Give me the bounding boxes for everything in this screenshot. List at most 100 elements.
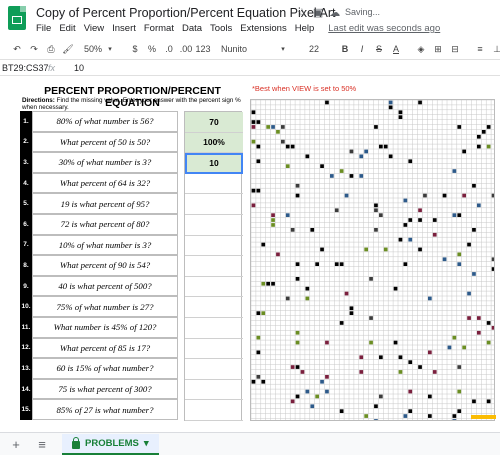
- question-number: 13.: [20, 358, 32, 379]
- answer-cell[interactable]: [185, 215, 243, 236]
- redo-icon[interactable]: ↷: [27, 41, 41, 57]
- undo-icon[interactable]: ↶: [10, 41, 24, 57]
- chevron-down-icon: ▾: [143, 437, 149, 449]
- directions-text: Find the missing value. Enter your answe…: [22, 97, 241, 112]
- sheet-tab-bar: + ≡ PROBLEMS ▾: [0, 432, 500, 455]
- question-number: 12.: [20, 337, 32, 359]
- answer-column: 70 100% 10: [184, 111, 243, 421]
- question-text: What percent of 85 is 17?: [32, 337, 178, 359]
- vertical-align-icon[interactable]: ⊥: [490, 41, 500, 57]
- chevron-down-icon: ▾: [108, 46, 112, 53]
- question-text: 85% of 27 is what number?: [32, 399, 178, 420]
- document-title[interactable]: Copy of Percent Proportion/Percent Equat…: [36, 6, 335, 20]
- all-sheets-button[interactable]: ≡: [32, 434, 52, 454]
- menu-item-insert[interactable]: Insert: [112, 23, 136, 34]
- question-text: What percent of 50 is 50?: [32, 131, 178, 153]
- strikethrough-button[interactable]: S: [372, 41, 386, 57]
- decrease-decimal-button[interactable]: .0: [162, 41, 176, 57]
- last-edit-link[interactable]: Last edit was seconds ago: [328, 23, 440, 34]
- question-number: 9.: [20, 275, 32, 297]
- lock-icon: [72, 436, 80, 449]
- answer-cell[interactable]: [185, 380, 243, 401]
- bold-button[interactable]: B: [338, 41, 352, 57]
- name-box[interactable]: BT29:CS37: [0, 63, 49, 73]
- question-text: 30% of what number is 3?: [32, 152, 178, 173]
- formula-input[interactable]: 10: [70, 63, 84, 73]
- more-formats-button[interactable]: 123: [195, 41, 210, 57]
- italic-button[interactable]: I: [355, 41, 369, 57]
- question-number: 15.: [20, 399, 32, 420]
- menu-item-help[interactable]: Help: [295, 23, 315, 34]
- tab-problems[interactable]: PROBLEMS ▾: [62, 433, 159, 455]
- answer-cell[interactable]: [185, 297, 243, 318]
- question-text: What percent of 64 is 32?: [32, 172, 178, 194]
- answer-cell[interactable]: [185, 236, 243, 257]
- explore-handle[interactable]: [471, 415, 496, 419]
- saving-text: Saving...: [345, 7, 381, 17]
- answer-cell[interactable]: [185, 400, 243, 421]
- sheet-content: PERCENT PROPORTION/PERCENT EQUATION *Bes…: [20, 79, 500, 432]
- menu-item-data[interactable]: Data: [182, 23, 202, 34]
- answer-cell[interactable]: 10: [185, 153, 243, 174]
- question-number: 2.: [20, 131, 32, 153]
- star-icon[interactable]: ☆: [297, 6, 307, 19]
- move-folder-icon[interactable]: ▣: [313, 6, 323, 19]
- directions: Directions: Find the missing value. Ente…: [22, 97, 250, 111]
- sheet-grid[interactable]: PERCENT PROPORTION/PERCENT EQUATION *Bes…: [0, 77, 500, 432]
- paint-format-icon[interactable]: 🖌: [61, 41, 75, 57]
- menu-item-format[interactable]: Format: [144, 23, 174, 34]
- question-number: 8.: [20, 255, 32, 276]
- align-icon[interactable]: ≡: [473, 41, 487, 57]
- view-note: *Best when VIEW is set to 50%: [252, 84, 357, 93]
- question-text: 19 is what percent of 95?: [32, 193, 178, 214]
- increase-decimal-button[interactable]: .00: [179, 41, 193, 57]
- question-text: What percent of 90 is 54?: [32, 255, 178, 276]
- cloud-status-icon[interactable]: ☁: [329, 6, 340, 19]
- question-number: 4.: [20, 172, 32, 194]
- borders-icon[interactable]: ⊞: [431, 41, 445, 57]
- fill-color-icon[interactable]: ◈: [414, 41, 428, 57]
- question-number: 14.: [20, 378, 32, 400]
- question-text: 10% of what number is 3?: [32, 234, 178, 256]
- menu-item-extensions[interactable]: Extensions: [240, 23, 286, 34]
- print-icon[interactable]: ⎙: [44, 41, 58, 57]
- save-status: Saving...: [345, 7, 380, 17]
- currency-format-button[interactable]: $: [128, 41, 142, 57]
- answer-cell[interactable]: 100%: [185, 132, 243, 154]
- question-text: 80% of what number is 56?: [32, 111, 178, 132]
- tab-label: PROBLEMS: [85, 437, 139, 449]
- font-select[interactable]: Nunito: [221, 41, 273, 57]
- question-number: 11.: [20, 317, 32, 338]
- answer-cell[interactable]: [185, 277, 243, 298]
- menu-item-view[interactable]: View: [84, 23, 104, 34]
- text-color-button[interactable]: A: [389, 41, 403, 57]
- question-text: 40 is what percent of 500?: [32, 275, 178, 297]
- question-number: 6.: [20, 214, 32, 235]
- fx-icon: fx: [48, 62, 56, 73]
- zoom-select[interactable]: 50%: [84, 41, 102, 57]
- merge-cells-icon[interactable]: ⊟: [448, 41, 462, 57]
- add-sheet-button[interactable]: +: [6, 434, 26, 454]
- question-number: 5.: [20, 193, 32, 214]
- formula-bar: BT29:CS37 fx 10: [0, 59, 500, 76]
- question-text: 60 is 15% of what number?: [32, 358, 178, 379]
- toolbar: ↶ ↷ ⎙ 🖌 50% ▾ $ % .0 .00 123 Nunito ▾ 22…: [0, 40, 500, 58]
- answer-cell[interactable]: [185, 318, 243, 339]
- font-size-select[interactable]: 22: [301, 41, 327, 57]
- menu-item-tools[interactable]: Tools: [210, 23, 232, 34]
- answer-cell[interactable]: [185, 339, 243, 360]
- question-number: 10.: [20, 296, 32, 317]
- menu-item-file[interactable]: File: [36, 23, 51, 34]
- answer-cell[interactable]: 70: [185, 112, 243, 133]
- menu-item-edit[interactable]: Edit: [59, 23, 75, 34]
- sheets-logo-icon[interactable]: [8, 6, 26, 30]
- percent-format-button[interactable]: %: [145, 41, 159, 57]
- answer-cell[interactable]: [185, 174, 243, 195]
- answer-cell[interactable]: [185, 256, 243, 277]
- answer-cell[interactable]: [185, 194, 243, 215]
- menu-bar: File Edit View Insert Format Data Tools Extensi…: [36, 23, 440, 34]
- pixel-art-grid[interactable]: [250, 99, 495, 421]
- title-icons: ☆ ▣ ☁: [297, 6, 340, 19]
- answer-cell[interactable]: [185, 359, 243, 380]
- chevron-down-icon: ▾: [281, 46, 285, 53]
